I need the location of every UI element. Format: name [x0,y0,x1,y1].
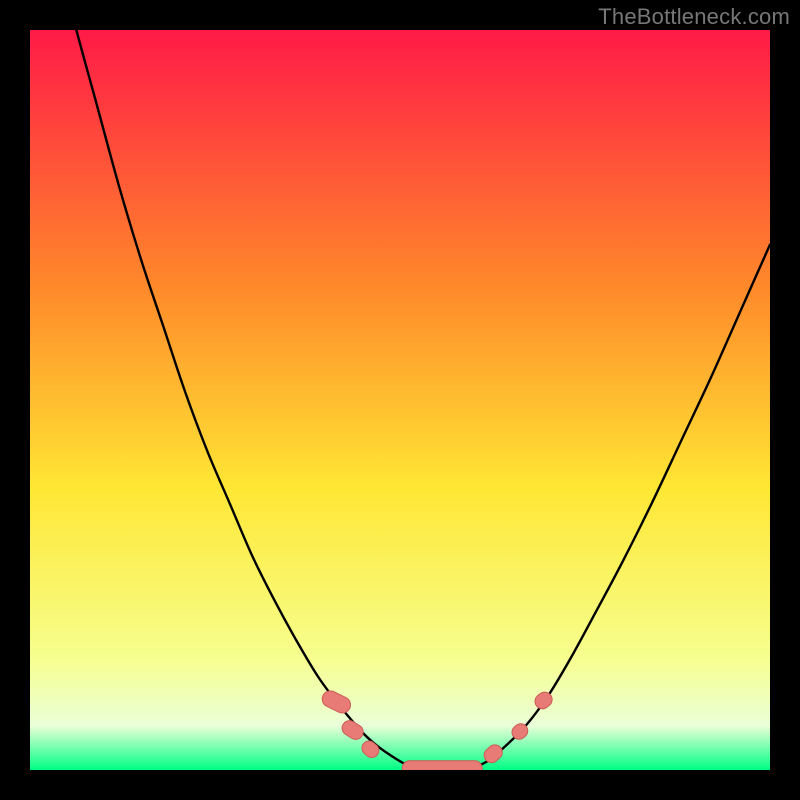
bottleneck-chart [0,0,800,800]
chart-container: TheBottleneck.com [0,0,800,800]
plot-background-gradient [30,30,770,770]
watermark-text: TheBottleneck.com [598,4,790,30]
